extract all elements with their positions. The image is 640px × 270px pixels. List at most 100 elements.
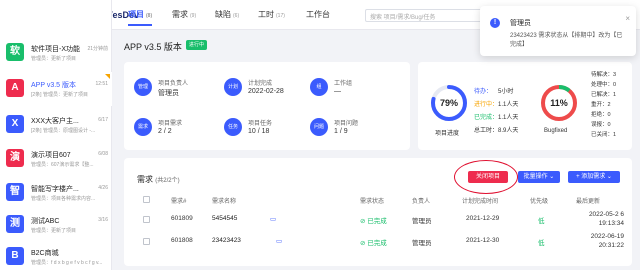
sidebar-item-title: 智能写字楼产... [31,186,79,193]
sidebar-item-sub: [2条] 管理员：原理图设计 -... [31,128,96,134]
task-icon: 任务 [224,118,242,136]
info-label: 项目负责人 [158,81,189,87]
cell-id: 601809 [171,215,193,222]
col-header-status[interactable]: 需求状态 [360,196,384,205]
cell-owner: 管理员 [412,240,432,247]
col-header-due[interactable]: 计划完成时间 [462,196,498,205]
sidebar-item-time: 21分钟前 [87,46,108,52]
info-value: 1 / 9 [334,128,348,135]
sidebar-item-title: 演示项目607 [31,152,71,159]
sidebar-item-title: B2C商城 [31,250,59,257]
stat-value: 1.1人天 [498,102,519,108]
bug-stat-resolved: 已解决：1 [591,92,617,98]
toast-message: 23423423 需求状态从【排期中】改为【已完成】 [510,33,623,48]
sidebar-item-xxx-client[interactable]: X XXX大客户主... 6/17 [2条] 管理员：原理图设计 -... [0,108,112,142]
sidebar-item-b2c-mall[interactable]: B B2C商城 管理员：f d x b g e f v b c f g v... [0,240,112,270]
project-avatar-icon: B [6,247,24,265]
info-label: 计划完成 [248,81,273,87]
project-avatar-icon: 测 [6,215,24,233]
col-header-priority[interactable]: 优先级 [530,196,548,205]
cell-id: 601808 [171,237,193,244]
nav-item-workbench[interactable]: 工作台 [306,9,330,20]
project-avatar-icon: X [6,115,24,133]
calendar-icon[interactable]: ▭ [270,215,276,223]
cell-status: ⊘ 已完成 [360,240,387,247]
stat-key-in-progress: 进行中： [474,102,499,108]
sidebar-item-time: 12:51 [95,81,108,87]
calendar-icon[interactable]: ▭ [276,237,282,245]
group-icon: 组 [310,78,328,96]
info-label: 项目需求 [158,121,183,127]
project-avatar-icon: 演 [6,149,24,167]
sidebar-item-time: 6/08 [98,151,108,157]
row-checkbox[interactable] [143,238,150,245]
info-value: 2 / 2 [158,128,172,135]
sidebar-item-sub: 管理员：607演示需求【整... [31,162,94,168]
stat-value: 1.1人天 [498,115,519,121]
info-icon: ! [490,18,500,28]
cell-priority: 低 [538,218,545,225]
owner-icon: 管理 [134,78,152,96]
status-badge: 进行中 [186,40,208,50]
unread-flag-icon [105,74,110,79]
stat-key-done: 已完成： [474,115,499,121]
select-all-checkbox[interactable] [143,196,150,203]
col-header-name[interactable]: 需求名称 [212,196,236,205]
issue-icon: 问题 [310,118,328,136]
col-header-id[interactable]: 需求# [171,196,186,205]
requirements-title: 需求 (共2/2个) [137,175,180,184]
bugfix-label: Bugfixed [544,128,568,134]
sidebar-item-sub: 管理员：项目各种需求内容... [31,196,96,202]
toast-title: 管理员 [510,20,531,27]
cell-status: ⊘ 已完成 [360,218,387,225]
bugfix-ring: 11% [541,85,577,121]
cell-updated: 2022-05-2 6 19:13:34 [588,211,624,227]
bug-stat-false-positive: 误报：0 [591,122,611,128]
progress-ring: 79% [431,85,467,121]
nav-item-projects[interactable]: 项目 (8) [128,9,153,26]
bug-stat-processing: 处理中：0 [591,82,617,88]
project-avatar-icon: 智 [6,183,24,201]
sidebar-item-time: 3/16 [98,217,108,223]
calendar-icon: 计划 [224,78,242,96]
info-value: 2022-02-28 [248,88,284,95]
bugfix-percent: 11% [550,98,568,108]
close-icon[interactable]: × [625,14,630,23]
row-checkbox[interactable] [143,216,150,223]
sidebar-item-title: 测试ABC [31,218,60,225]
sidebar-item-title: 软件项目-X功能 [31,46,80,53]
bug-stat-rejected: 拒绝：0 [591,112,611,118]
sidebar-item-title: APP v3.5 版本 [31,82,77,89]
sidebar-item-demo-607[interactable]: 演 演示项目607 6/08 管理员：607演示需求【整... [0,142,112,176]
bug-stat-open: 待解决：3 [591,72,617,78]
info-value: — [334,88,341,95]
project-avatar-icon: A [6,79,24,97]
notification-toast: ! 管理员 23423423 需求状态从【排期中】改为【已完成】 × [480,6,636,56]
nav-item-bugs[interactable]: 缺陷 (6) [215,9,239,20]
col-header-updated[interactable]: 最后更新 [576,196,600,205]
sidebar-item-test-abc[interactable]: 测 测试ABC 3/16 管理员：更新了项目 [0,208,112,242]
project-sidebar: 软 软件项目-X功能 21分钟前 管理员：更新了项目 A APP v3.5 版本… [0,0,112,270]
stat-value: 5小时 [498,89,514,95]
sidebar-item-time: 4/26 [98,185,108,191]
nav-item-requirements[interactable]: 需求 (9) [172,9,196,20]
col-header-owner[interactable]: 负责人 [412,196,430,205]
info-label: 项目任务 [248,121,273,127]
info-value: 10 / 18 [248,128,270,135]
highlight-annotation [454,160,518,194]
sidebar-item-sub: [2条] 管理员：更新了项目 [31,92,88,98]
progress-percent: 79% [440,98,458,108]
sidebar-item-sub: 管理员：更新了项目 [31,228,77,234]
batch-operation-button[interactable]: 批量操作 ⌄ [518,171,560,183]
global-search-input[interactable]: 搜索 项目/需求/Bug/任务 [365,9,493,22]
sidebar-item-smart-office[interactable]: 智 智能写字楼产... 4/26 管理员：项目各种需求内容... [0,176,112,210]
sidebar-item-software-project[interactable]: 软 软件项目-X功能 21分钟前 管理员：更新了项目 [0,36,112,70]
nav-item-worktime[interactable]: 工时 (17) [258,9,285,20]
bug-stat-reopened: 重开：2 [591,102,611,108]
add-requirement-button[interactable]: + 添加需求 ⌄ [568,171,620,183]
stat-key-todo: 待办： [474,89,493,95]
bug-stat-closed: 已关闭：1 [591,132,617,138]
cell-name[interactable]: 23423423 [212,237,241,244]
cell-name[interactable]: 5454545 [212,215,237,222]
sidebar-item-app-v35[interactable]: A APP v3.5 版本 12:51 [2条] 管理员：更新了项目 [0,72,112,106]
